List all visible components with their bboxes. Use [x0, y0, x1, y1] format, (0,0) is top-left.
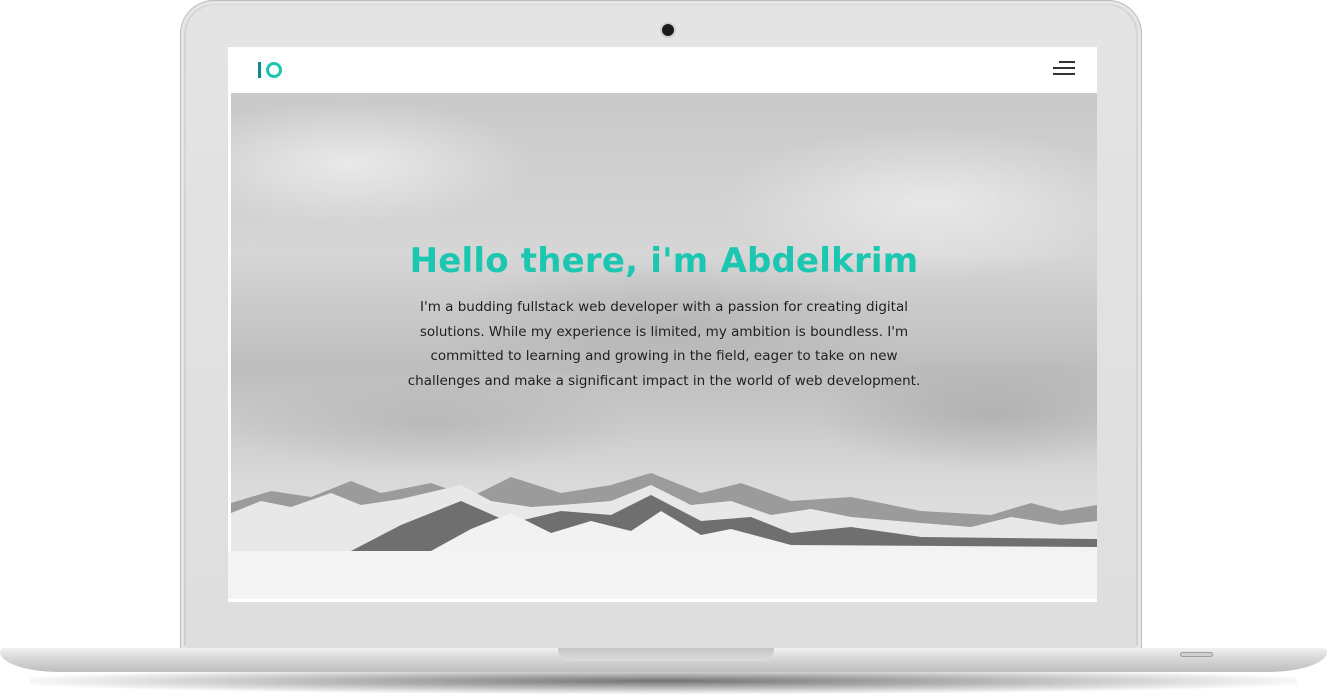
navbar [228, 47, 1097, 93]
status-led-icon [1180, 652, 1213, 657]
menu-line [1053, 67, 1075, 69]
logo-bar [258, 62, 261, 78]
hero-content: Hello there, i'm Abdelkrim I'm a budding… [231, 241, 1097, 393]
laptop-screen: Hello there, i'm Abdelkrim I'm a budding… [228, 47, 1097, 602]
laptop-notch [558, 648, 774, 661]
hero-section: Hello there, i'm Abdelkrim I'm a budding… [231, 93, 1097, 551]
menu-line [1059, 61, 1075, 63]
next-section [228, 551, 1097, 599]
hero-description: I'm a budding fullstack web developer wi… [407, 299, 921, 389]
hero-title: Hello there, i'm Abdelkrim [409, 241, 919, 281]
logo-ring [266, 62, 282, 78]
io-logo-icon[interactable] [258, 61, 282, 79]
hamburger-menu-icon[interactable] [1053, 61, 1075, 77]
menu-line [1053, 73, 1075, 75]
camera-icon [662, 24, 674, 36]
laptop-mockup: Hello there, i'm Abdelkrim I'm a budding… [0, 0, 1327, 699]
mountains-image [231, 473, 1097, 551]
